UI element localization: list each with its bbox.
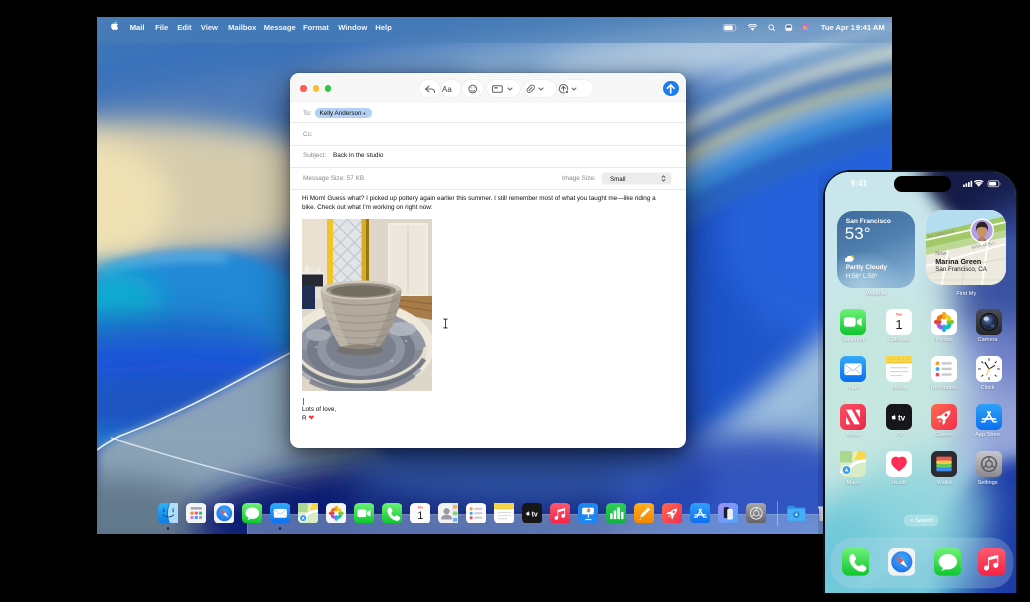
svg-text:1: 1 bbox=[417, 510, 423, 522]
svg-text:tv: tv bbox=[898, 413, 906, 422]
svg-text:Aa: Aa bbox=[442, 85, 452, 94]
svg-text:1: 1 bbox=[896, 317, 903, 332]
svg-text:Tue: Tue bbox=[417, 505, 423, 509]
svg-text:tv: tv bbox=[531, 511, 537, 518]
svg-text:Tue: Tue bbox=[896, 311, 903, 316]
